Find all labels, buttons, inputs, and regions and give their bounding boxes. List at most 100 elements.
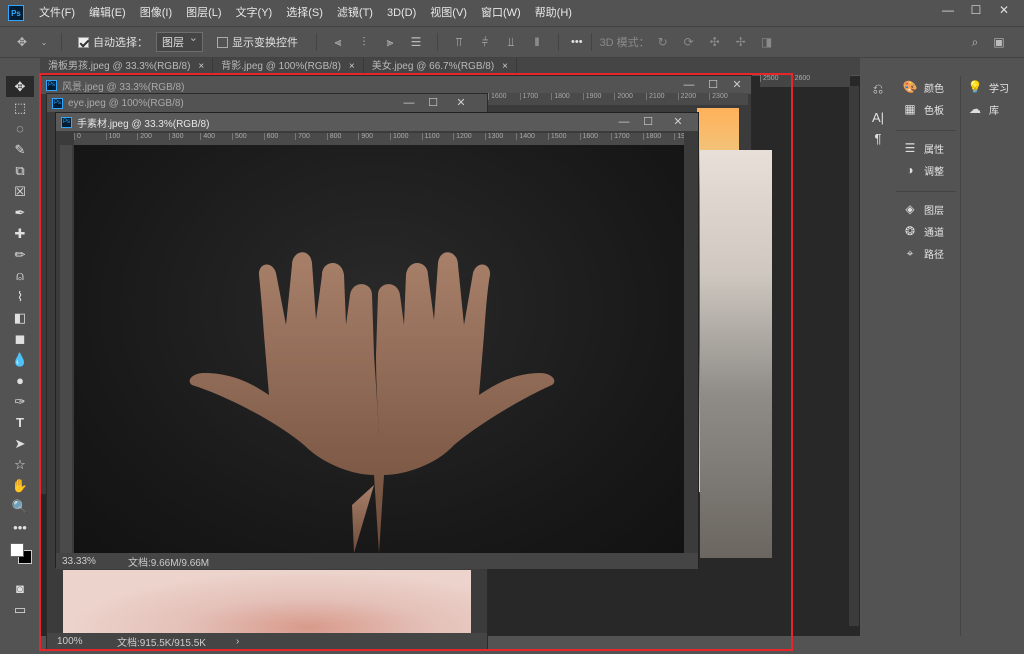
align-center-icon[interactable]: ⫶ [356,34,372,50]
marquee-tool[interactable]: ⬚ [6,97,34,118]
restore-button[interactable]: ☐ [636,114,660,129]
menu-select[interactable]: 选择(S) [279,0,330,26]
move-tool[interactable]: ✥ [6,76,34,97]
history-brush-tool[interactable]: ⌇ [6,286,34,307]
restore-button[interactable]: ☐ [701,77,725,92]
document-size[interactable]: 文档:915.5K/915.5K [117,634,206,649]
hand-tool[interactable]: ✋ [6,475,34,496]
restore-button[interactable]: ☐ [962,0,990,20]
panel-paths[interactable]: ⌖ 路径 [896,242,956,264]
align-middle-icon[interactable]: ⫩ [477,34,493,50]
workspace-icon[interactable]: ▣ [991,34,1007,50]
camera-3d-icon[interactable]: ◨ [759,34,775,50]
panel-color[interactable]: 🎨 颜色 [896,76,956,98]
close-button[interactable]: ✕ [666,114,690,129]
show-transform-checkbox[interactable] [217,36,228,48]
close-button[interactable]: ✕ [990,0,1018,20]
menu-view[interactable]: 视图(V) [423,0,474,26]
menu-filter[interactable]: 滤镜(T) [330,0,380,26]
distribute-icon[interactable]: ☰ [408,34,424,50]
minimize-button[interactable]: — [677,77,701,92]
paragraph-icon[interactable]: ¶ [864,128,892,149]
show-transform-option[interactable]: 显示变换控件 [217,34,298,50]
close-icon[interactable]: × [198,61,204,72]
panel-properties[interactable]: ☰ 属性 [896,137,956,159]
eyedropper-tool[interactable]: ✒ [6,202,34,223]
align-right-icon[interactable]: ⫸ [382,34,398,50]
zoom-tool[interactable]: 🔍 [6,496,34,517]
align-left-icon[interactable]: ⫷ [330,34,346,50]
move-tool-icon[interactable]: ✥ [14,34,30,50]
history-icon[interactable]: ⎌ [864,78,892,99]
eraser-tool[interactable]: ◧ [6,307,34,328]
tab-beauty[interactable]: 美女.jpeg @ 66.7%(RGB/8) × [364,58,518,75]
document-titlebar[interactable]: Ps 风景.jpeg @ 33.3%(RGB/8) — ☐ ✕ [41,76,751,94]
minimize-button[interactable]: — [397,95,421,110]
menu-help[interactable]: 帮助(H) [528,0,579,26]
edit-toolbar-button[interactable]: ••• [6,517,34,538]
type-tool[interactable]: T [6,412,34,433]
quick-mask-icon[interactable]: ◙ [6,578,34,599]
panel-channels[interactable]: ❂ 通道 [896,220,956,242]
color-swatches[interactable] [4,538,36,578]
dodge-tool[interactable]: ● [6,370,34,391]
menu-layer[interactable]: 图层(L) [179,0,228,26]
panel-libraries[interactable]: ☁ 库 [961,98,1022,120]
screen-mode-icon[interactable]: ▭ [6,599,34,620]
menu-edit[interactable]: 编辑(E) [82,0,133,26]
auto-select-option[interactable]: 自动选择： [78,34,148,50]
restore-button[interactable]: ☐ [421,95,445,110]
close-icon[interactable]: × [502,61,508,72]
orbit-3d-icon[interactable]: ↻ [655,34,671,50]
path-select-tool[interactable]: ➤ [6,433,34,454]
panel-learn[interactable]: 💡 学习 [961,76,1022,98]
document-titlebar[interactable]: Ps eye.jpeg @ 100%(RGB/8) — ☐ ✕ [47,94,487,112]
distribute-vertical-icon[interactable]: ‖ [529,34,545,50]
minimize-button[interactable]: — [612,114,636,129]
clone-stamp-tool[interactable]: ⍝ [6,265,34,286]
document-titlebar[interactable]: Ps 手素材.jpeg @ 33.3%(RGB/8) — ☐ ✕ [56,113,698,131]
zoom-level[interactable]: 33.33% [62,556,128,567]
document-size[interactable]: 文档:9.66M/9.66M [128,554,209,569]
menu-3d[interactable]: 3D(D) [380,0,423,26]
tool-preset-dropdown[interactable]: ⌄ [40,34,48,50]
tab-skateboard-boy[interactable]: 滑板男孩.jpeg @ 33.3%(RGB/8) × [40,58,214,75]
menu-image[interactable]: 图像(I) [133,0,179,26]
foreground-color-swatch[interactable] [10,543,24,557]
menu-window[interactable]: 窗口(W) [474,0,528,26]
shape-tool[interactable]: ☆ [6,454,34,475]
close-button[interactable]: ✕ [449,95,473,110]
frame-tool[interactable]: ☒ [6,181,34,202]
brush-tool[interactable]: ✏ [6,244,34,265]
healing-brush-tool[interactable]: ✚ [6,223,34,244]
slide-3d-icon[interactable]: ✢ [733,34,749,50]
panel-layers[interactable]: ◈ 图层 [896,198,956,220]
close-button[interactable]: ✕ [725,77,749,92]
align-bottom-icon[interactable]: ⫫ [503,34,519,50]
gradient-tool[interactable]: ◼ [6,328,34,349]
close-icon[interactable]: × [349,61,355,72]
drag-3d-icon[interactable]: ✣ [707,34,723,50]
layer-select[interactable]: 图层 [156,31,203,52]
menu-type[interactable]: 文字(Y) [229,0,280,26]
blur-tool[interactable]: 💧 [6,349,34,370]
chevron-right-icon[interactable]: › [236,636,239,647]
tab-back-view[interactable]: 背影.jpeg @ 100%(RGB/8) × [213,58,364,75]
menu-file[interactable]: 文件(F) [32,0,82,26]
pen-tool[interactable]: ✑ [6,391,34,412]
lasso-tool[interactable]: ◌ [6,118,34,139]
crop-tool[interactable]: ⧉ [6,160,34,181]
workspace-scrollbar[interactable] [849,86,859,626]
roll-3d-icon[interactable]: ⟳ [681,34,697,50]
panel-swatches[interactable]: ▦ 色板 [896,98,956,120]
auto-select-checkbox[interactable] [78,36,89,48]
character-icon[interactable]: A| [864,107,892,128]
search-icon[interactable]: ⌕ [967,34,983,50]
more-options-button[interactable]: ••• [571,36,583,48]
quick-select-tool[interactable]: ✎ [6,139,34,160]
zoom-level[interactable]: 100% [57,636,117,647]
align-top-icon[interactable]: ⫪ [451,34,467,50]
minimize-button[interactable]: — [934,0,962,20]
panel-adjustments[interactable]: ◑ 调整 [896,159,956,181]
document-window-hands[interactable]: Ps 手素材.jpeg @ 33.3%(RGB/8) — ☐ ✕ 0 100 200… [55,112,699,569]
